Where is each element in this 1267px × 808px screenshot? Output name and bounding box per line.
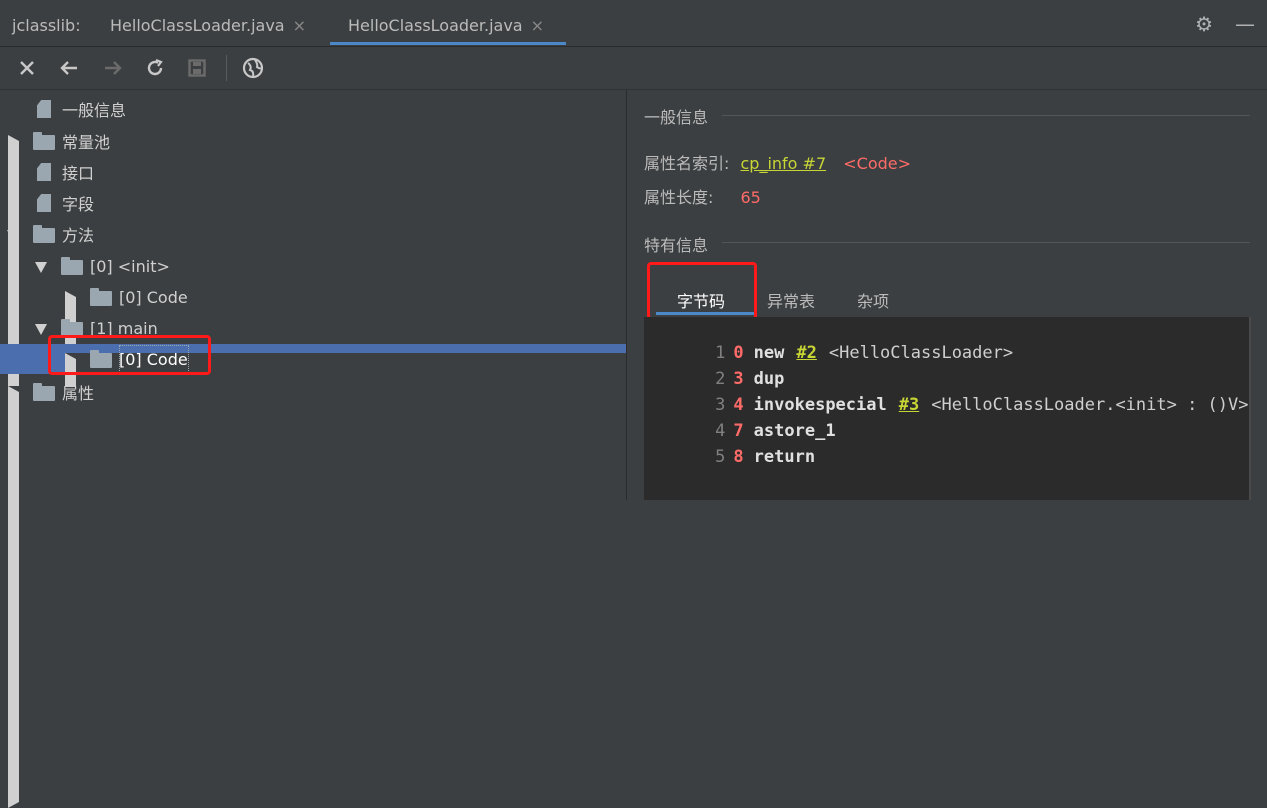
forward-arrow-icon[interactable] [100,55,126,81]
tab-file-2[interactable]: HelloClassLoader.java × [348,16,544,35]
folder-icon [90,288,112,306]
file-icon [37,194,51,212]
tab-file-1-label: HelloClassLoader.java [110,16,285,35]
window-controls: ⚙ — [1195,12,1255,36]
file-icon [37,163,51,181]
tree-item-methods[interactable]: 方法 [0,219,626,249]
bytecode-viewer[interactable]: 1 0 new #2 <HelloClassLoader> 2 3 dup 3 4 invoke… [644,317,1250,500]
collapse-arrow-icon[interactable] [35,262,47,273]
tree-item-label: 字段 [62,195,95,214]
tree-item-label: 属性 [62,384,95,403]
tab-misc[interactable]: 杂项 [857,288,889,312]
tree-item-init-code[interactable]: [0] Code [0,282,717,713]
minimize-icon[interactable]: — [1235,12,1255,36]
tree-item-label: [0] <init> [90,256,170,276]
folder-icon [33,225,55,243]
tab-close-icon[interactable]: × [531,16,544,35]
highlight-box [48,335,211,375]
active-tab-indicator [330,42,566,45]
save-icon[interactable] [184,55,210,81]
code-line: 5 8 return [644,427,815,467]
tree-item-constant-pool[interactable]: 常量池 [0,126,660,557]
toolbar-separator [226,55,227,81]
code-line: 4 7 astore_1 [644,401,835,441]
refresh-icon[interactable] [142,55,168,81]
folder-icon [33,132,55,150]
pc-offset: 8 [733,447,744,467]
code-line: 1 0 new #2 <HelloClassLoader> [644,323,1013,363]
code-line: 2 3 dup [644,349,784,389]
code-line: 3 4 invokespecial #3 <HelloClassLoader.<init… [644,375,1248,415]
tree-item-method-init[interactable]: [0] <init> [0,251,626,281]
name-index-label: 属性名索引: [644,154,730,173]
cp-info-link[interactable]: cp_info #7 [741,154,827,173]
editor-tab-bar: jclasslib: HelloClassLoader.java × HelloC… [0,0,1267,47]
length-value: 65 [740,188,761,207]
general-info-title: 一般信息 [644,108,709,127]
file-icon [37,100,51,118]
highlight-box [647,262,757,320]
tree-item-interfaces[interactable]: 接口 [0,157,626,187]
collapse-arrow-icon[interactable] [7,230,19,241]
expand-arrow-icon[interactable] [8,386,660,808]
tool-window-label: jclasslib: [12,16,81,35]
tree-item-label: 方法 [62,226,95,245]
tab-close-icon[interactable]: × [293,16,306,35]
tab-file-1[interactable]: HelloClassLoader.java × [110,16,306,35]
specific-info-title: 特有信息 [644,236,709,255]
back-arrow-icon[interactable] [56,55,82,81]
tree-item-attributes[interactable]: 属性 [0,377,660,808]
detail-panel: 一般信息 属性名索引: cp_info #7 <Code> 属性长度: 65 特… [626,90,1267,500]
length-row: 属性长度: 65 [644,184,761,208]
cp-ref-link[interactable]: #3 [899,395,919,415]
opcode: return [753,447,816,467]
panel-divider [626,90,627,500]
tree-item-label: 接口 [62,164,95,183]
folder-icon [61,257,83,275]
tree-item-general-info[interactable]: 一般信息 [0,94,626,124]
tree-item-label: [0] Code [119,287,188,307]
gear-icon[interactable]: ⚙ [1195,12,1213,36]
collapse-arrow-icon[interactable] [35,324,47,335]
vertical-scrollbar[interactable] [1249,317,1251,500]
name-index-value: <Code> [843,154,912,173]
tab-file-2-label: HelloClassLoader.java [348,16,523,35]
section-divider [722,242,1250,243]
tree-item-fields[interactable]: 字段 [0,188,626,218]
class-structure-tree: 一般信息 常量池 接口 字段 方法 [0] <init> [0] Code [1… [0,90,717,808]
cp-ref-link[interactable]: #2 [796,343,816,363]
tab-exception-table[interactable]: 异常表 [767,288,815,312]
tree-item-label: 常量池 [62,133,111,152]
tree-item-label: 一般信息 [62,101,127,120]
close-icon[interactable] [14,55,40,81]
toolbar [0,47,1267,90]
section-divider [722,115,1250,116]
operand-comment: <HelloClassLoader> [828,343,1014,363]
line-number: 5 [715,447,726,467]
folder-icon [33,383,55,401]
name-index-row: 属性名索引: cp_info #7 <Code> [644,150,911,174]
length-label: 属性长度: [644,188,714,207]
operand-comment: <HelloClassLoader.<init> : ()V> [931,395,1249,415]
globe-icon[interactable] [240,55,266,81]
